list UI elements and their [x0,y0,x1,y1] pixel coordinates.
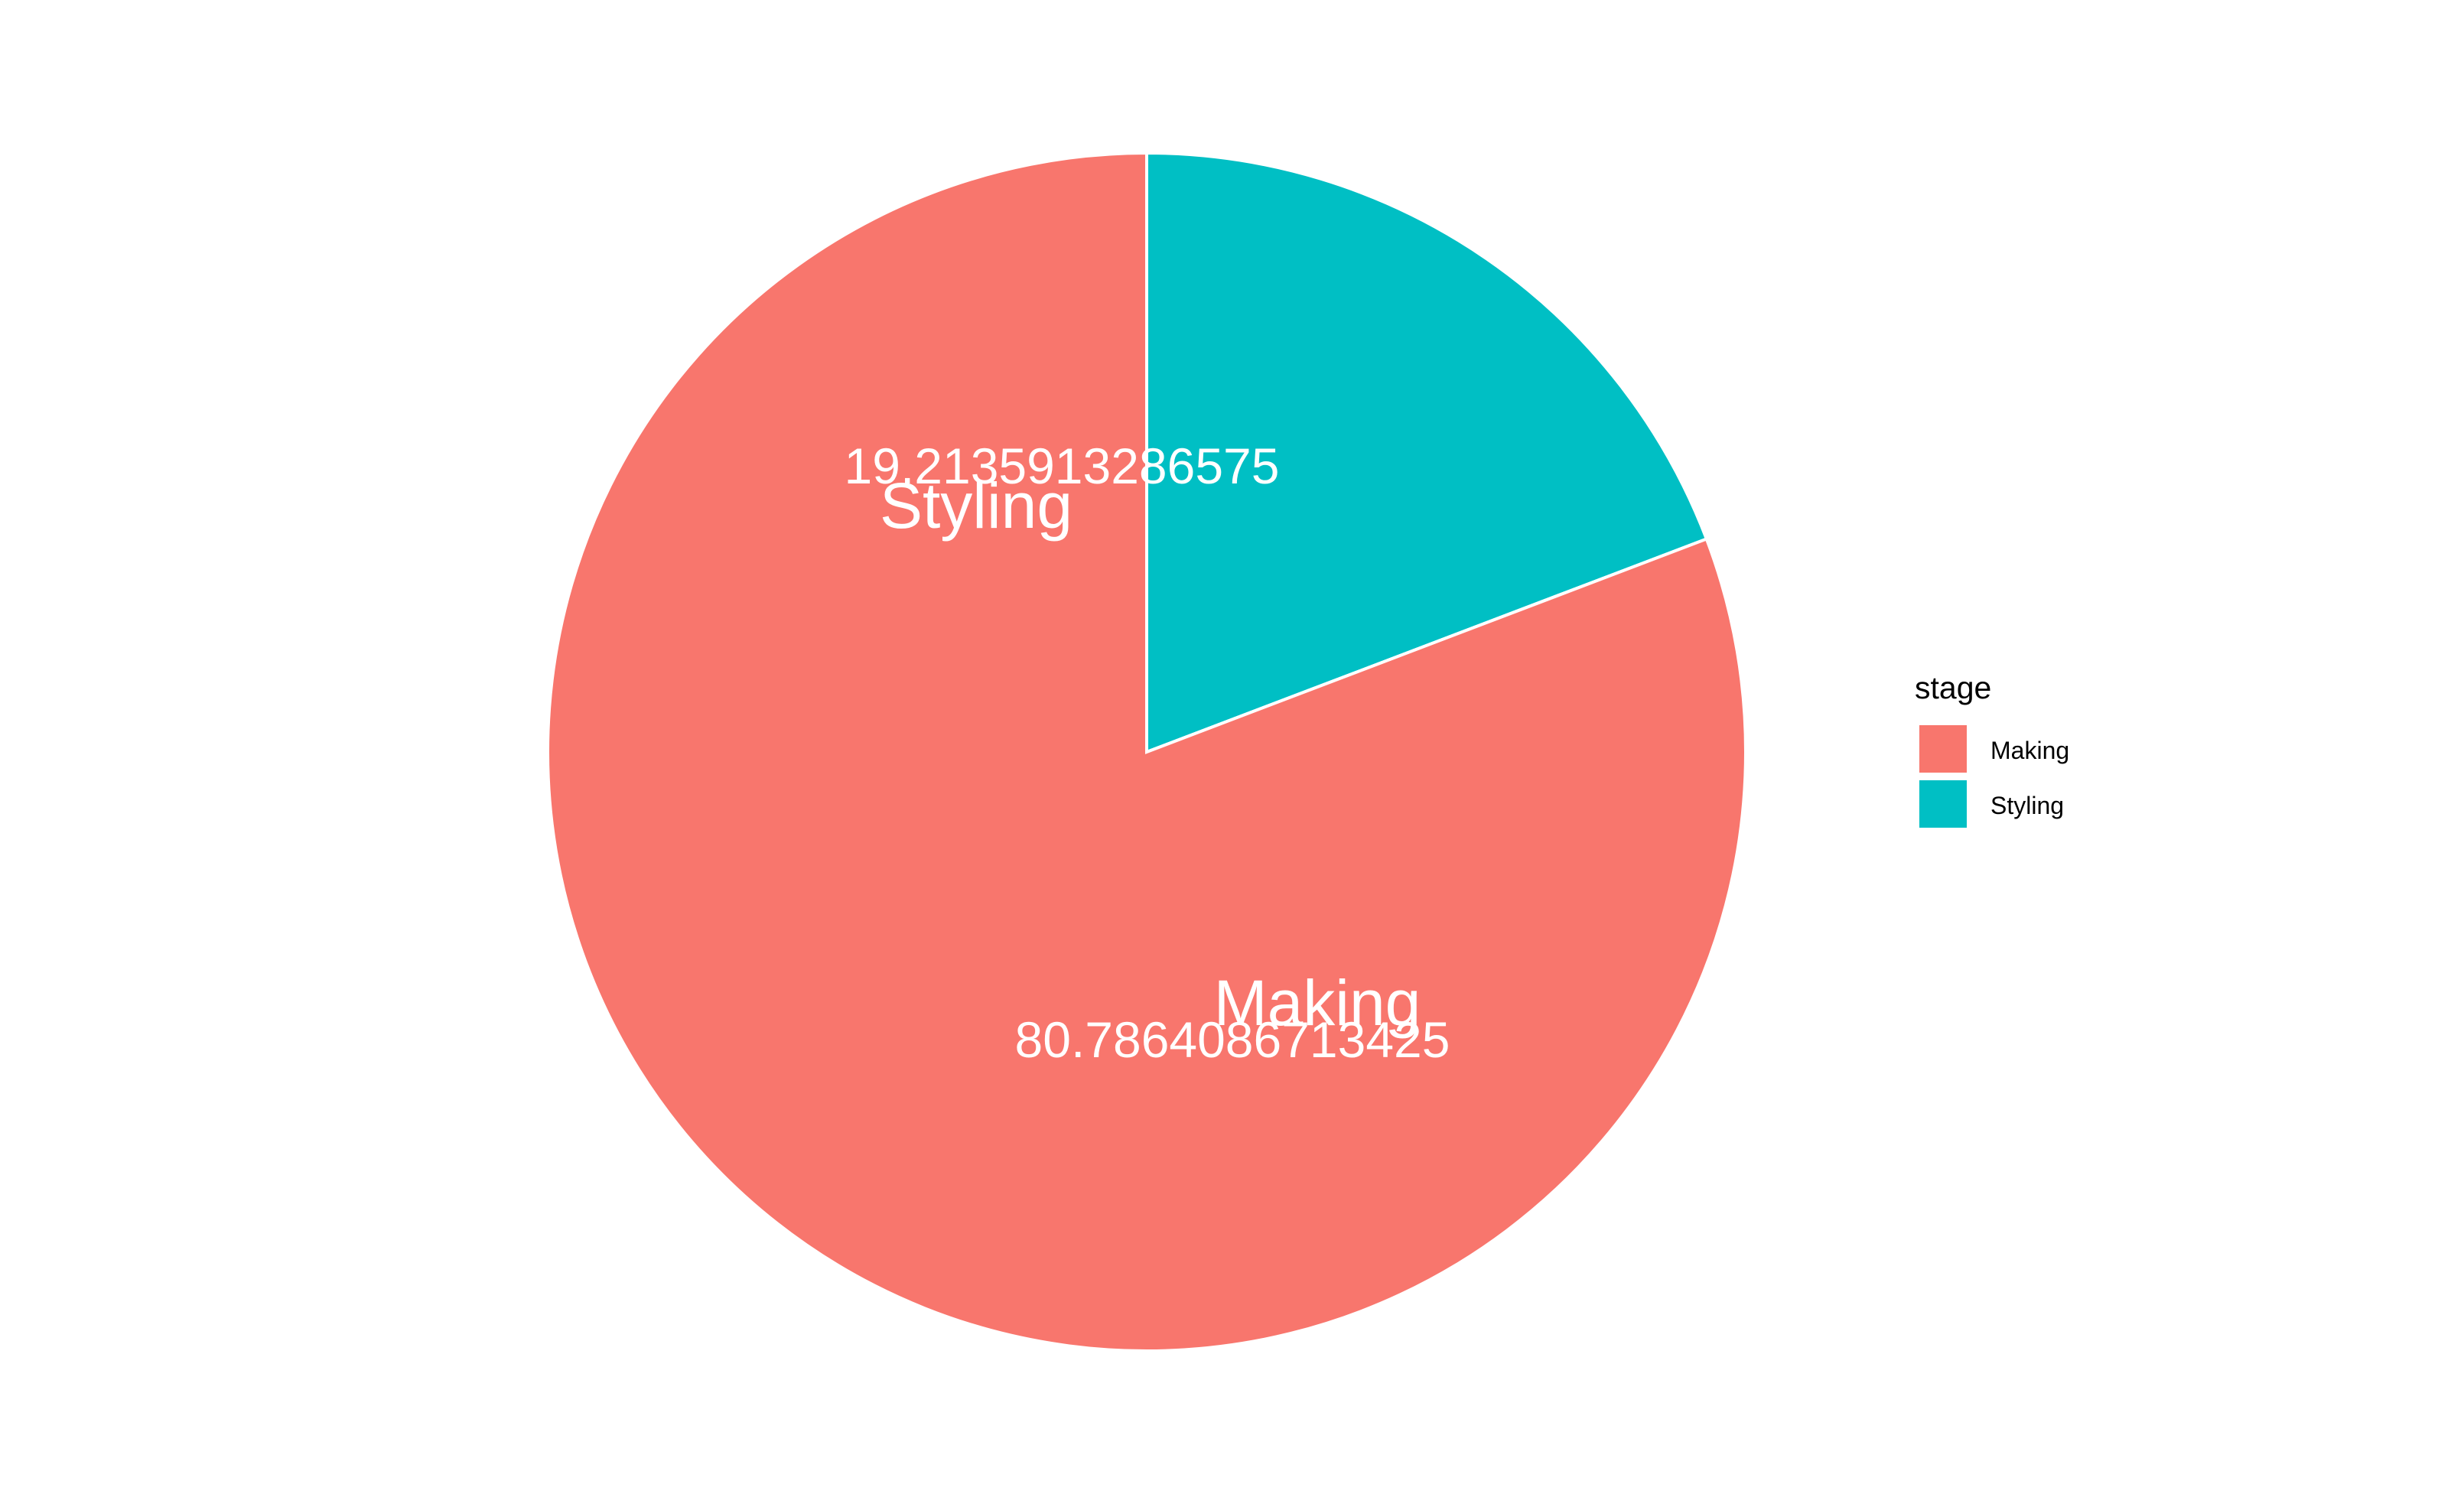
pie-chart: 19.2135913286575 Styling Making 80.78640… [546,151,2069,1352]
legend-key-making [1919,725,1967,773]
slice-value-label-making: 80.7864086713425 [1015,1011,1450,1068]
legend-title: stage [1915,670,1991,705]
legend-label-making: Making [1990,737,2069,764]
legend-key-styling [1919,780,1967,828]
pie-slices [546,151,1747,1352]
legend-label-styling: Styling [1990,792,2064,819]
legend: stage Making Styling [1915,670,2069,828]
slice-category-label-styling: Styling [880,470,1073,542]
